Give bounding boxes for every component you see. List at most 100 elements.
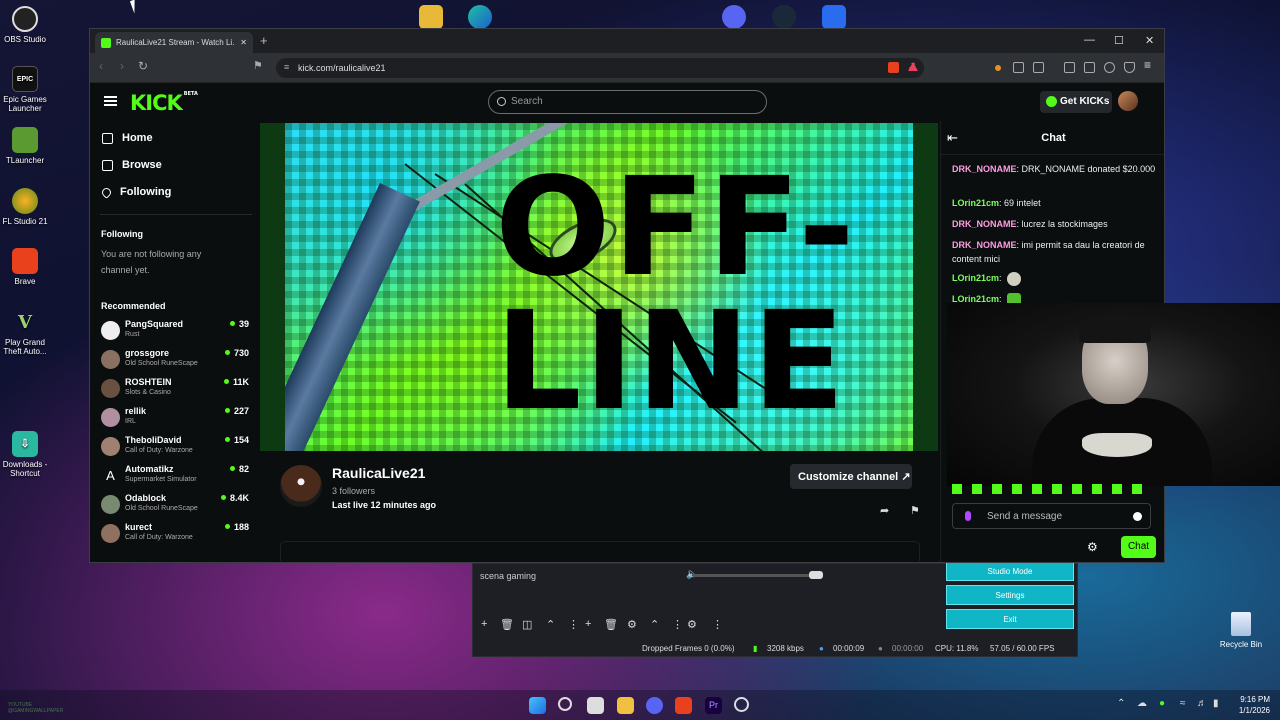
beta-badge: BETA (183, 91, 198, 97)
recommended-item[interactable]: A Automatikz Supermarket Simulator 82 (101, 464, 251, 492)
edge-icon[interactable] (468, 5, 492, 29)
nav-browse[interactable]: Browse (102, 159, 162, 171)
file-explorer-icon[interactable] (617, 697, 634, 714)
desktop-icon-obs[interactable]: OBS Studio (2, 6, 48, 44)
remove-source-icon[interactable]: 🗑 (604, 618, 618, 631)
share-icon[interactable]: ➦ (880, 504, 889, 517)
brave-rewards-icon[interactable] (908, 62, 918, 71)
channel-name[interactable]: RaulicaLive21 (332, 465, 425, 481)
record-icon: ● (819, 644, 824, 653)
recommended-item[interactable]: PangSquared Rust 39 (101, 319, 251, 347)
remove-scene-icon[interactable]: 🗑 (500, 618, 514, 631)
get-kicks-button[interactable]: Get KICKs (1040, 91, 1112, 113)
back-icon[interactable]: ‹ (99, 59, 103, 73)
move-up-icon[interactable]: ⌃ (546, 618, 555, 631)
premiere-icon[interactable]: Pr (705, 697, 722, 714)
volume-knob[interactable] (809, 571, 823, 579)
recommended-item[interactable]: kurect Call of Duty: Warzone 188 (101, 522, 251, 550)
desktop-icon-downloads[interactable]: ⇩ Downloads - Shortcut (2, 431, 48, 478)
brave-taskbar-icon[interactable] (675, 697, 692, 714)
send-chat-button[interactable]: Chat (1121, 536, 1156, 558)
settings-button[interactable]: Settings (946, 585, 1074, 605)
forward-icon[interactable]: › (120, 59, 124, 73)
chat-settings-icon[interactable]: ⚙ (1087, 540, 1098, 554)
recommended-item[interactable]: Odablock Old School RuneScape 8.4K (101, 493, 251, 521)
recycle-bin[interactable]: Recycle Bin (1216, 612, 1266, 649)
hamburger-menu-icon[interactable] (104, 96, 117, 106)
stream-time: 00:00:00 (892, 644, 924, 653)
nav-following[interactable]: Following (100, 185, 171, 199)
desktop-icon-brave[interactable]: Brave (2, 248, 48, 286)
kick-logo[interactable]: KICK BETA (130, 91, 198, 115)
chat-input[interactable]: Send a message (952, 503, 1151, 529)
following-header: Following (101, 229, 143, 239)
search-taskbar-icon[interactable] (558, 697, 572, 711)
folder-icon[interactable] (419, 5, 443, 29)
filter-icon[interactable]: ◫ (522, 618, 532, 631)
customize-channel-button[interactable]: Customize channel ↗ (790, 464, 912, 489)
studio-mode-button[interactable]: Studio Mode (946, 561, 1074, 581)
menu-icon[interactable]: ≡ (1144, 58, 1151, 72)
reload-icon[interactable]: ↻ (138, 59, 148, 73)
channel-avatar[interactable] (280, 465, 322, 507)
volume-tray-icon[interactable]: ♬ (1197, 698, 1207, 709)
video-player[interactable]: OFF-LINE (260, 123, 938, 451)
desktop-icon-flstudio[interactable]: FL Studio 21 (2, 188, 48, 226)
chat-message: LOrin21cm: 69 intelet (952, 198, 1041, 208)
url-field[interactable]: ≡ kick.com/raulicalive21 ↗ (276, 58, 924, 78)
extensions-icon[interactable] (1013, 62, 1024, 73)
start-icon[interactable] (529, 697, 546, 714)
site-info-icon[interactable]: ≡ (284, 62, 289, 72)
bookmark-icon[interactable]: ⚑ (253, 59, 263, 72)
battery-icon[interactable]: ▮ (1213, 698, 1219, 709)
roblox-icon[interactable] (822, 5, 846, 29)
vpn-icon[interactable] (1124, 62, 1135, 73)
task-view-icon[interactable] (587, 697, 604, 714)
search-input[interactable]: Search (488, 90, 767, 114)
tab-search-icon[interactable] (1033, 62, 1044, 73)
recommended-item[interactable]: TheboliDavid Call of Duty: Warzone 154 (101, 435, 251, 463)
audio-more-icon[interactable]: ⋮ (712, 618, 723, 631)
add-scene-icon[interactable]: + (481, 618, 487, 630)
minimize-icon[interactable]: — (1084, 34, 1095, 46)
browser-tab[interactable]: RaulicaLive21 Stream - Watch Li... ✕ (95, 32, 253, 53)
nav-home[interactable]: Home (102, 132, 153, 144)
leo-ai-icon[interactable] (1104, 62, 1115, 73)
discord-icon[interactable] (722, 5, 746, 29)
desktop-icon-epic[interactable]: EPIC Epic Games Launcher (2, 66, 48, 113)
follower-count: 3 followers (332, 486, 376, 496)
recommended-item[interactable]: rellik IRL 227 (101, 406, 251, 434)
desktop-icon-gta[interactable]: V Play Grand Theft Auto... (2, 309, 48, 356)
scene-item[interactable]: scena gaming (480, 571, 536, 581)
close-window-icon[interactable]: ✕ (1145, 34, 1154, 47)
wallet-icon[interactable] (1084, 62, 1095, 73)
onedrive-icon[interactable]: ☁ (1137, 698, 1147, 709)
clock[interactable]: 9:16 PM 1/1/2026 (1230, 694, 1270, 716)
new-tab-icon[interactable]: + (260, 33, 268, 48)
add-source-icon[interactable]: + (585, 618, 591, 630)
obs-taskbar-icon[interactable] (734, 697, 749, 712)
sidebar-toggle-icon[interactable] (1064, 62, 1075, 73)
maximize-icon[interactable]: ☐ (1114, 34, 1124, 47)
source-settings-icon[interactable]: ⚙ (627, 618, 637, 631)
brave-shields-icon[interactable] (888, 62, 899, 73)
recommended-item[interactable]: grossgore Old School RuneScape 730 (101, 348, 251, 376)
close-tab-icon[interactable]: ✕ (240, 38, 247, 47)
recommended-item[interactable]: ROSHTEIN Slots & Casino 11K (101, 377, 251, 405)
wifi-icon[interactable]: ≈ (1180, 698, 1186, 709)
user-avatar[interactable] (1118, 91, 1138, 111)
source-more-icon[interactable]: ⋮ (672, 618, 683, 631)
more-icon[interactable]: ⋮ (568, 618, 579, 631)
tray-chevron-icon[interactable]: ⌃ (1117, 698, 1125, 709)
emoji-icon[interactable] (1133, 512, 1142, 521)
volume-slider[interactable] (693, 571, 823, 579)
microphone-icon[interactable] (965, 511, 971, 521)
mic-tray-icon[interactable]: ● (1159, 698, 1165, 709)
report-icon[interactable]: ⚑ (910, 504, 920, 517)
discord-taskbar-icon[interactable] (646, 697, 663, 714)
desktop-icon-tlauncher[interactable]: TLauncher (2, 127, 48, 165)
steam-icon[interactable] (772, 5, 796, 29)
source-up-icon[interactable]: ⌃ (650, 618, 659, 631)
audio-settings-icon[interactable]: ⚙ (687, 618, 697, 631)
exit-button[interactable]: Exit (946, 609, 1074, 629)
